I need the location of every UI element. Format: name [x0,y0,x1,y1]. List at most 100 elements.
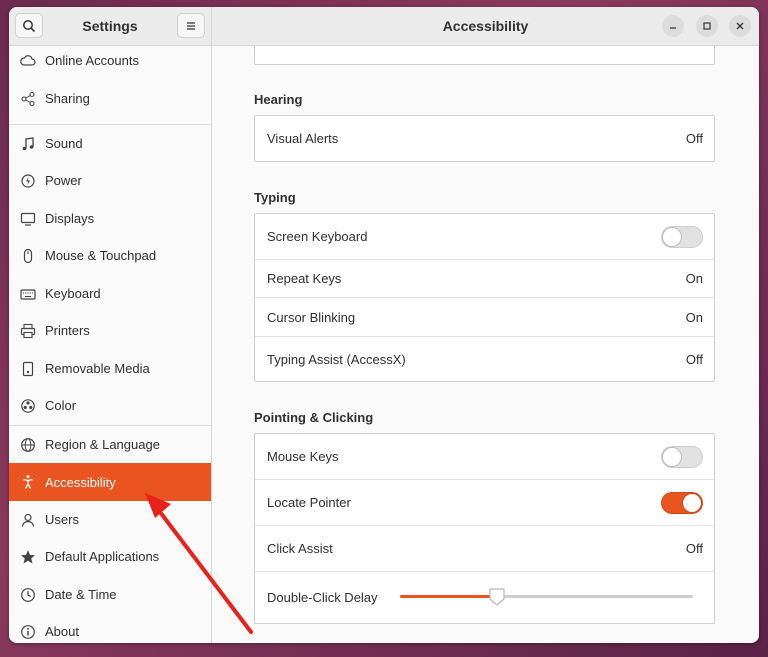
sidebar-item-color[interactable]: Color [9,387,211,424]
close-icon [736,22,744,30]
sidebar-item-label: About [45,624,79,639]
sidebar-item-accessibility[interactable]: Accessibility [9,463,211,501]
typing-assist-row[interactable]: Typing Assist (AccessX) Off [255,337,714,381]
sidebar-item-label: Removable Media [45,361,150,376]
sidebar-item-default-applications[interactable]: Default Applications [9,538,211,575]
sidebar-item-online-accounts[interactable]: Online Accounts [9,42,211,79]
sidebar-item-label: Accessibility [45,474,116,490]
maximize-icon [703,22,711,30]
sidebar-item-label: Printers [45,323,90,338]
typing-box: Screen Keyboard Repeat Keys On Cursor Bl… [254,213,715,382]
settings-window: Settings Accessibility Online Accounts S… [9,7,759,643]
pointing-box: Mouse Keys Locate Pointer Click Assist O… [254,433,715,624]
sidebar-item-about[interactable]: About [9,613,211,643]
cursor-blinking-label: Cursor Blinking [267,309,356,325]
sidebar-header: Settings [9,7,212,45]
switch-knob [662,446,682,467]
cloud-icon [20,54,36,66]
double-click-delay-label: Double-Click Delay [267,589,378,605]
section-title-hearing: Hearing [254,92,303,107]
share-icon [21,91,35,106]
repeat-keys-value: On [685,271,703,286]
mouse-keys-switch[interactable] [661,445,703,468]
switch-knob [662,226,682,247]
sidebar-item-region-language[interactable]: Region & Language [9,426,211,463]
accessibility-panel: Hearing Visual Alerts Off Typing Screen … [212,46,759,643]
sidebar-item-sharing[interactable]: Sharing [9,80,211,117]
close-button[interactable] [729,15,751,37]
sidebar-item-users[interactable]: Users [9,501,211,538]
sidebar-item-displays[interactable]: Displays [9,200,211,237]
repeat-keys-label: Repeat Keys [267,271,342,286]
sidebar-item-label: Sharing [45,91,90,106]
visual-alerts-row[interactable]: Visual Alerts Off [255,116,714,161]
switch-knob [682,492,702,513]
visual-alerts-value: Off [685,131,703,146]
sidebar-item-printers[interactable]: Printers [9,312,211,349]
double-click-delay-slider[interactable] [400,588,693,606]
typing-assist-value: Off [685,351,703,367]
sidebar-item-power[interactable]: Power [9,162,211,199]
mouse-icon [23,248,33,263]
sidebar-item-label: Displays [45,211,95,226]
sidebar-item-removable-media[interactable]: Removable Media [9,350,211,387]
search-button[interactable] [15,13,43,38]
printer-icon [20,323,36,338]
drive-icon [22,361,34,376]
click-assist-label: Click Assist [267,541,333,556]
sidebar-item-label: Sound [45,136,83,151]
accessibility-icon [22,475,34,489]
sidebar-item-mouse-touchpad[interactable]: Mouse & Touchpad [9,237,211,274]
sidebar: Online Accounts Sharing Sound Power Disp… [9,46,212,643]
sidebar-item-label: Default Applications [45,549,160,564]
slider-fill [400,595,497,598]
sidebar-item-label: Online Accounts [45,53,139,68]
display-icon [20,212,36,226]
click-assist-row[interactable]: Click Assist Off [255,526,714,571]
screen-keyboard-label: Screen Keyboard [267,229,368,244]
menu-button[interactable] [177,13,205,38]
keyboard-icon [20,288,36,300]
globe-icon [21,437,35,452]
locate-pointer-row: Locate Pointer [255,480,714,525]
locate-pointer-label: Locate Pointer [267,495,351,510]
typing-assist-label: Typing Assist (AccessX) [267,351,406,367]
click-assist-value: Off [685,541,703,556]
sidebar-item-label: Power [45,173,82,188]
section-title-typing: Typing [254,190,296,205]
sidebar-item-label: Date & Time [45,587,117,602]
mouse-keys-row: Mouse Keys [255,434,714,479]
slider-handle[interactable] [488,587,506,607]
hearing-box: Visual Alerts Off [254,115,715,162]
screen-keyboard-row: Screen Keyboard [255,214,714,259]
minimize-button[interactable] [662,15,684,37]
previous-section-box [254,46,715,65]
sidebar-item-date-time[interactable]: Date & Time [9,576,211,613]
sidebar-item-keyboard[interactable]: Keyboard [9,275,211,312]
sidebar-item-label: Mouse & Touchpad [45,248,157,263]
sidebar-item-label: Keyboard [45,286,101,301]
cursor-blinking-value: On [685,309,703,325]
header-bar: Settings Accessibility [9,7,759,46]
star-icon [21,549,35,563]
double-click-delay-row: Double-Click Delay [255,572,714,622]
users-icon [21,513,35,527]
locate-pointer-switch[interactable] [661,491,703,514]
visual-alerts-label: Visual Alerts [267,131,339,146]
music-note-icon [22,136,34,150]
sidebar-item-label: Region & Language [45,437,160,452]
sidebar-item-label: Users [45,512,79,527]
info-icon [21,624,35,639]
section-title-pointing-clicking: Pointing & Clicking [254,410,374,425]
screen-keyboard-switch[interactable] [661,225,703,248]
cursor-blinking-row[interactable]: Cursor Blinking On [255,298,714,336]
maximize-button[interactable] [696,15,718,37]
sidebar-item-sound[interactable]: Sound [9,125,211,162]
clock-icon [21,587,35,602]
mouse-keys-label: Mouse Keys [267,449,339,464]
hamburger-menu-icon [187,21,195,30]
color-icon [21,398,35,413]
power-icon [21,173,35,188]
repeat-keys-row[interactable]: Repeat Keys On [255,260,714,297]
minimize-icon [670,27,676,29]
